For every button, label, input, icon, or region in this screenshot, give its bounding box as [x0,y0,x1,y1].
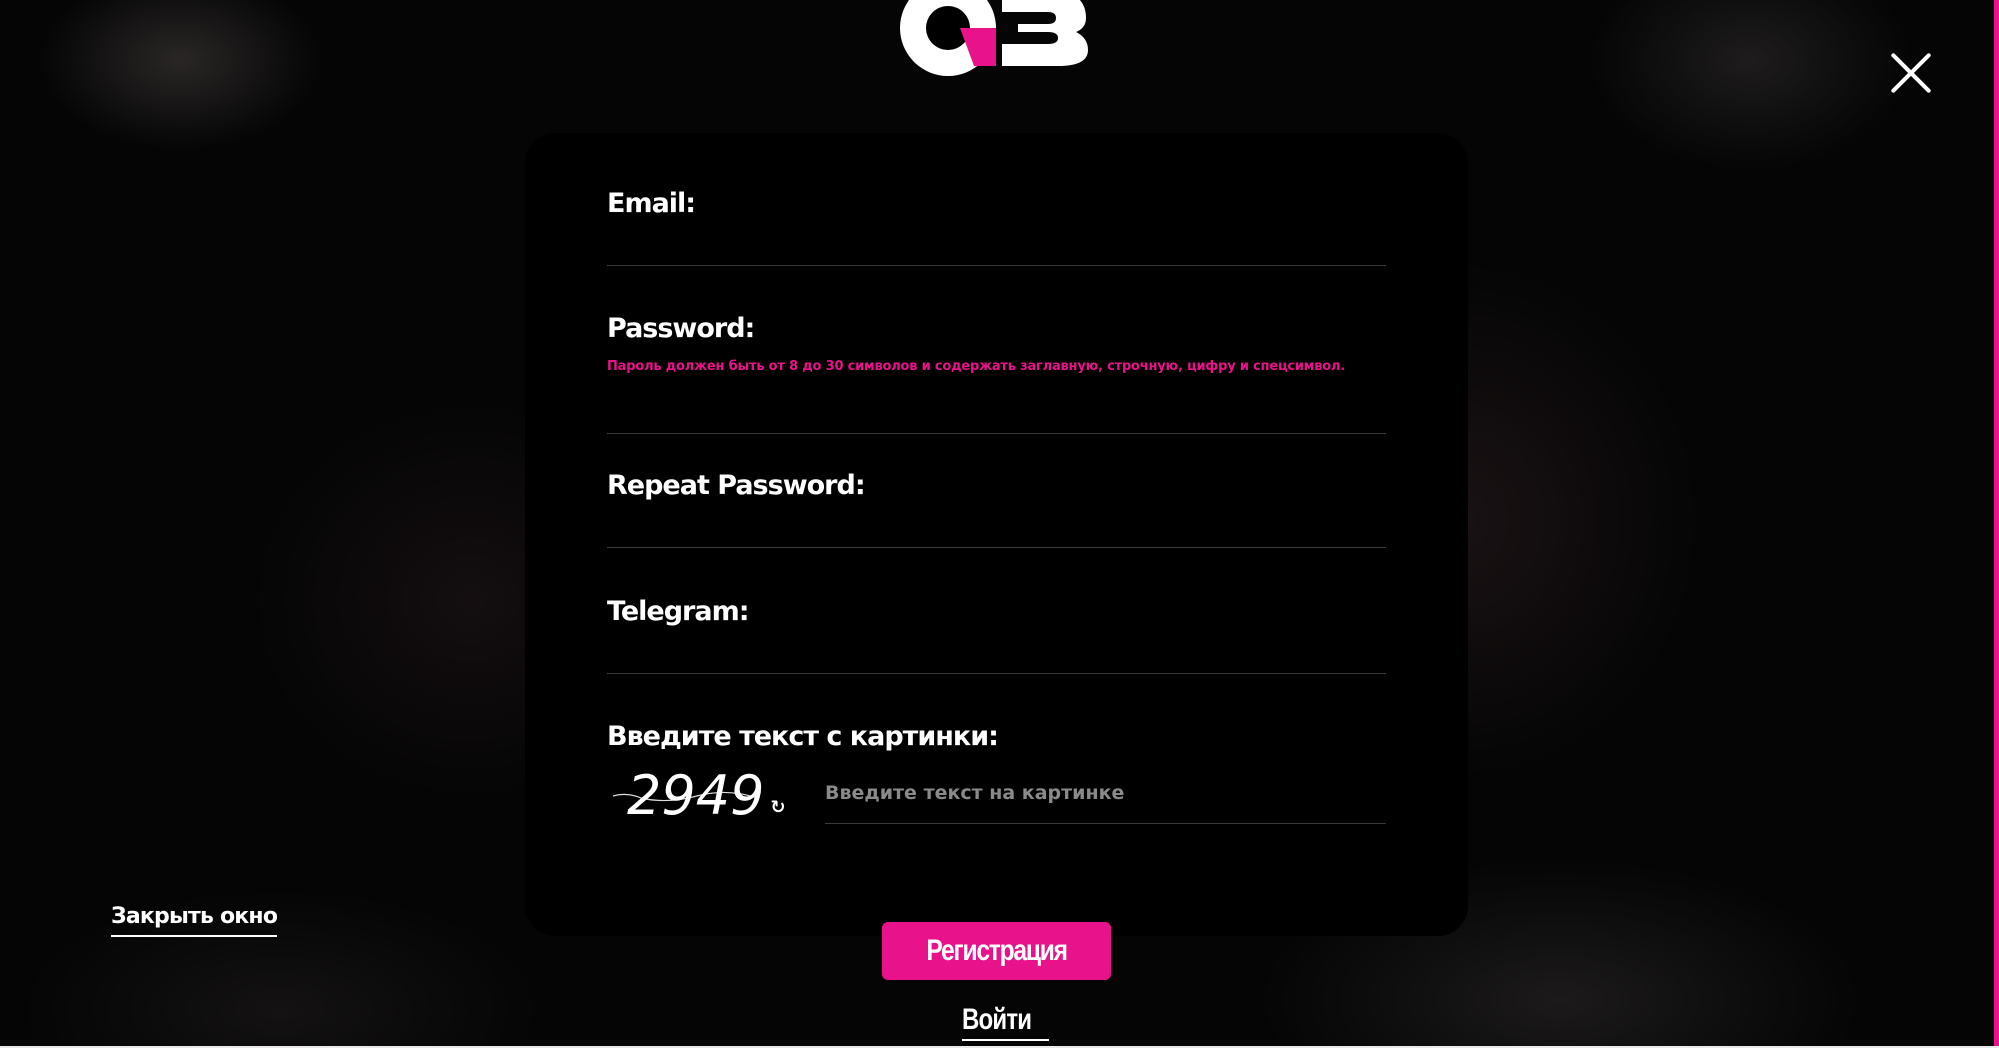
captcha-field[interactable] [825,763,1386,824]
brand-logo [900,0,1088,76]
register-label: Регистрация [926,934,1068,967]
repeat-password-field[interactable] [607,517,1386,548]
close-icon[interactable] [1888,50,1934,96]
refresh-icon[interactable]: ↻ [768,797,788,817]
login-link[interactable]: Войти [962,1003,1049,1041]
email-field[interactable] [607,235,1386,266]
password-field[interactable] [607,403,1386,434]
captcha-group: Введите текст с картинки: [607,721,1386,761]
telegram-group: Telegram: [607,596,1386,686]
password-group: Password: Пароль должен быть от 8 до 30 … [607,313,1386,435]
email-group: Email: [607,188,1386,278]
telegram-label: Telegram: [607,596,750,627]
captcha-label: Введите текст с картинки: [607,721,999,752]
login-label: Войти [962,1003,1032,1036]
password-label: Password: [607,313,755,344]
password-hint: Пароль должен быть от 8 до 30 символов и… [607,359,1346,374]
email-label: Email: [607,188,696,219]
close-window-link[interactable]: Закрыть окно [111,904,278,937]
telegram-field[interactable] [607,643,1386,674]
accent-edge [1994,0,1999,1048]
captcha-text: 2949 [627,764,764,827]
modal-overlay: Email: Password: Пароль должен быть от 8… [0,0,1999,1048]
register-button[interactable]: Регистрация [882,922,1111,980]
repeat-password-group: Repeat Password: [607,470,1386,560]
repeat-password-label: Repeat Password: [607,470,866,501]
captcha-image: 2949 [612,764,764,827]
